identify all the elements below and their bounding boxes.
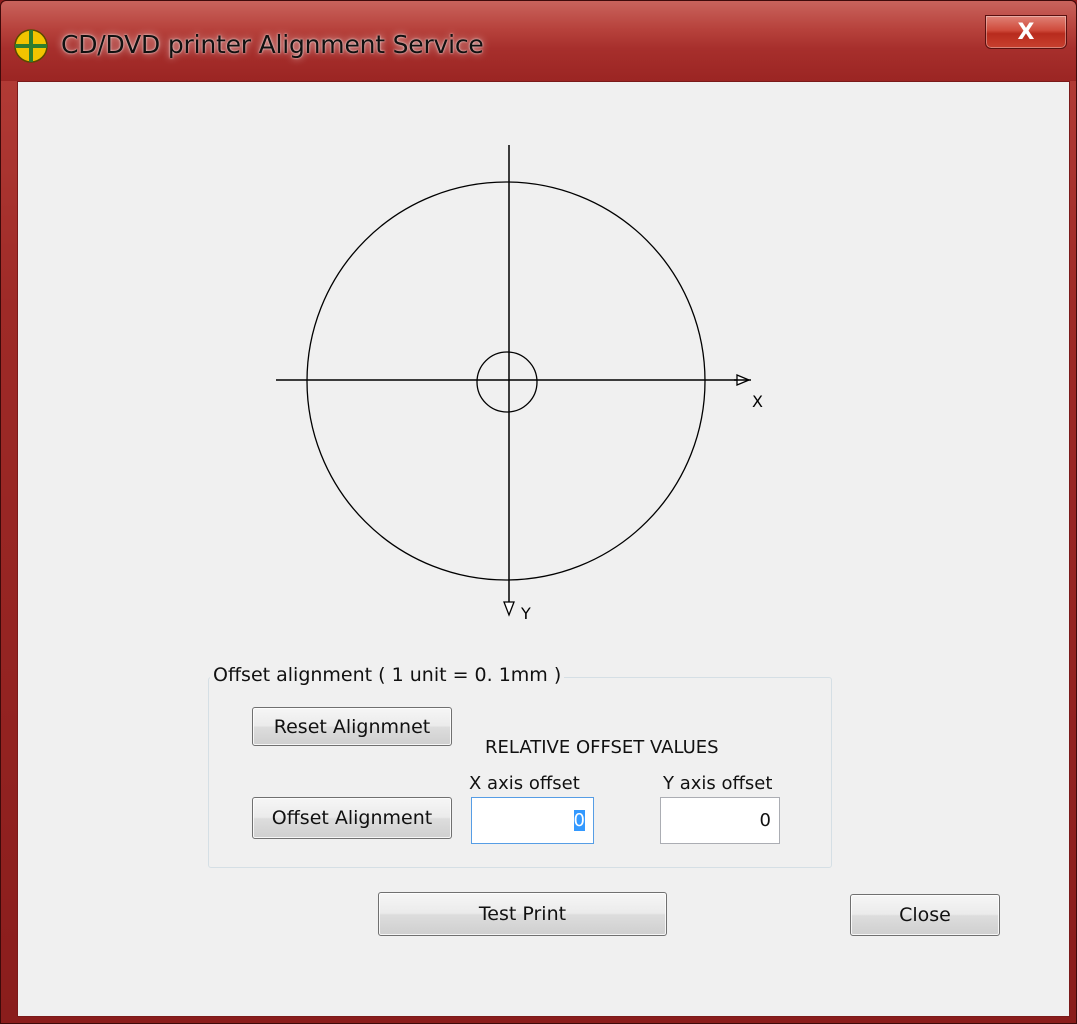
y-axis-arrow-icon [503,601,515,617]
window-title: CD/DVD printer Alignment Service [61,30,484,59]
x-axis-offset-field[interactable]: 0 [471,797,594,844]
x-axis-label: X [752,392,763,411]
disc-center-hole [476,351,538,413]
y-axis-offset-field[interactable]: 0 [660,797,780,844]
alignment-target-icon [14,29,48,63]
app-window: CD/DVD printer Alignment Service X X Y O… [0,0,1077,1024]
window-close-button[interactable]: X [985,15,1067,49]
title-bar[interactable]: CD/DVD printer Alignment Service X [1,1,1076,81]
disc-outer-circle [306,181,706,581]
client-area: X Y Offset alignment ( 1 unit = 0. 1mm )… [17,81,1070,1017]
offset-alignment-button[interactable]: Offset Alignment [252,797,452,839]
alignment-diagram: X Y [276,145,763,623]
test-print-button[interactable]: Test Print [378,892,667,936]
x-axis-offset-label: X axis offset [469,773,580,794]
x-offset-value: 0 [573,810,585,831]
y-offset-value: 0 [759,810,771,831]
relative-offset-heading: RELATIVE OFFSET VALUES [485,737,719,758]
close-button[interactable]: Close [850,894,1000,936]
reset-alignment-button[interactable]: Reset Alignmnet [252,707,452,746]
y-axis-offset-label: Y axis offset [663,773,773,794]
offset-group-legend: Offset alignment ( 1 unit = 0. 1mm ) [210,664,565,686]
y-axis-label: Y [520,604,531,623]
